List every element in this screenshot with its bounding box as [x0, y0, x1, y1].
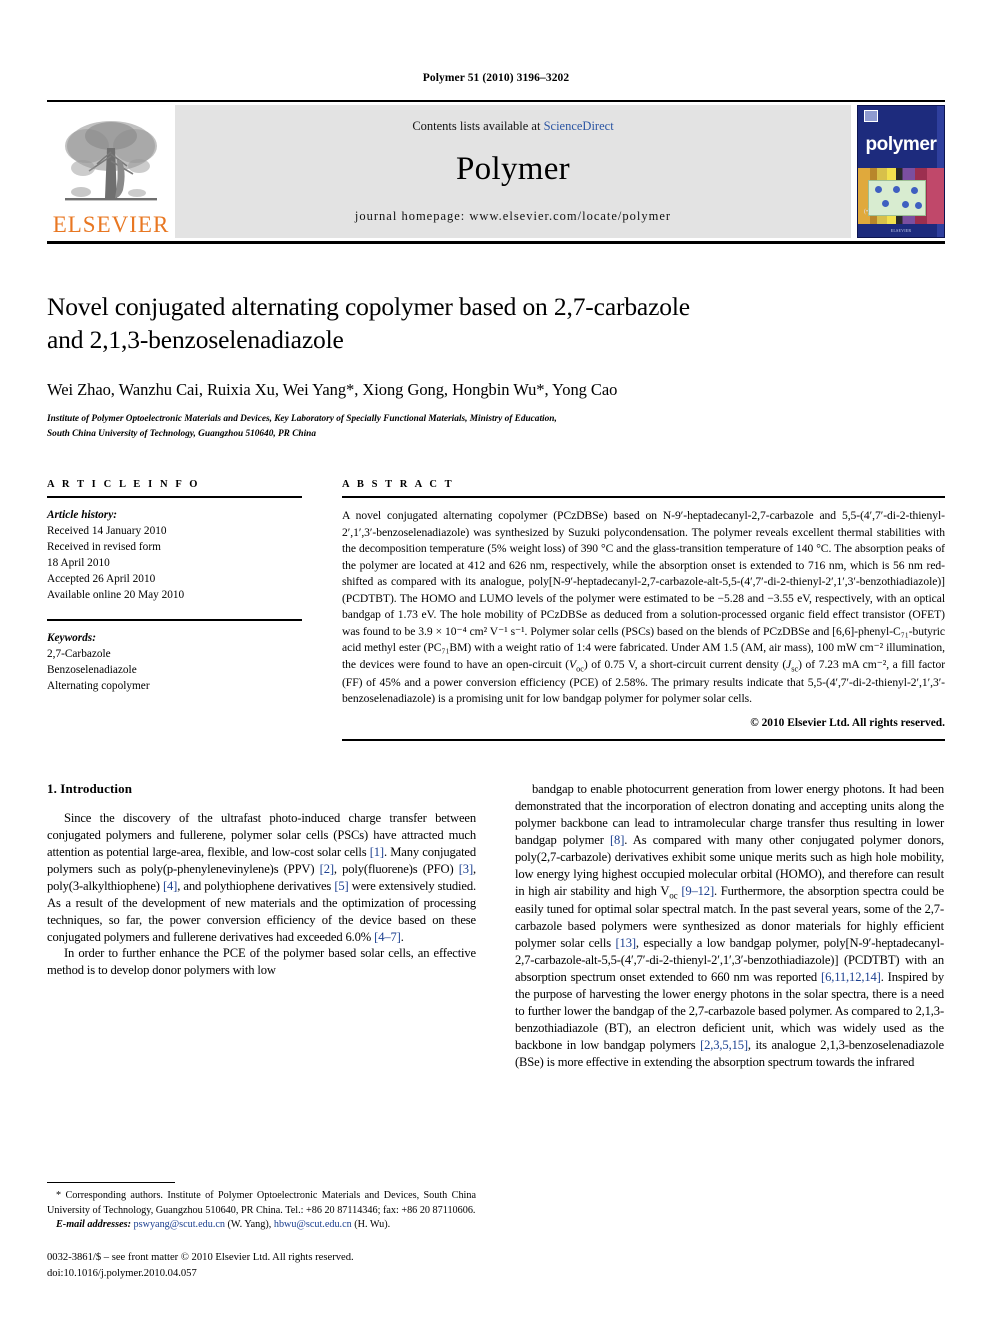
keywords-block: Keywords: 2,7-Carbazole Benzoselenadiazo… [47, 630, 302, 694]
reference-link[interactable]: [1] [370, 845, 384, 859]
page-title: Novel conjugated alternating copolymer b… [47, 290, 945, 356]
reference-link[interactable]: [4–7] [374, 930, 401, 944]
abstract-copyright: © 2010 Elsevier Ltd. All rights reserved… [750, 716, 945, 729]
contents-prefix: Contents lists available at [412, 119, 544, 133]
email-label: E-mail addresses: [56, 1219, 131, 1230]
abstract-bottom-rule [342, 738, 945, 741]
history-item: Available online 20 May 2010 [47, 589, 185, 602]
journal-homepage-link[interactable]: journal homepage: www.elsevier.com/locat… [355, 209, 671, 224]
email-note: E-mail addresses: pswyang@scut.edu.cn (W… [47, 1218, 476, 1232]
issn-line: 0032-3861/$ – see front matter © 2010 El… [47, 1252, 354, 1264]
footnote-area: * Corresponding authors. Institute of Po… [47, 1182, 476, 1281]
keywords-label: Keywords: [47, 632, 96, 645]
author-list: Wei Zhao, Wanzhu Cai, Ruixia Xu, Wei Yan… [47, 380, 618, 400]
doi-line[interactable]: doi:10.1016/j.polymer.2010.04.057 [47, 1266, 476, 1281]
reference-link[interactable]: [13] [616, 936, 637, 950]
keyword-item: 2,7-Carbazole [47, 648, 111, 661]
running-head: Polymer 51 (2010) 3196–3202 [422, 72, 570, 84]
abstract-heading: A B S T R A C T [342, 479, 455, 491]
article-history-block: Article history: Received 14 January 201… [47, 507, 302, 603]
journal-cover-thumbnail: polymer (•) ELSEVIER [857, 105, 945, 238]
history-item: Received in revised form [47, 541, 161, 554]
journal-title: Polymer [456, 151, 570, 187]
reference-link[interactable]: [9–12] [681, 884, 714, 898]
abstract-column: A B S T R A C T A novel conjugated alter… [342, 479, 945, 741]
keywords-separator-rule [47, 619, 302, 622]
affiliation: Institute of Polymer Optoelectronic Mate… [47, 412, 945, 441]
corresponding-author-note: * Corresponding authors. Institute of Po… [47, 1190, 476, 1216]
history-item: Accepted 26 April 2010 [47, 573, 156, 586]
body-left-column: 1. Introduction Since the discovery of t… [47, 781, 476, 1071]
footnote-rule [47, 1182, 175, 1184]
keyword-item: Benzoselenadiazole [47, 664, 137, 677]
reference-link[interactable]: [2] [320, 862, 334, 876]
paper-page: Polymer 51 (2010) 3196–3202 ELSEVIER Con… [0, 0, 992, 1323]
cover-top-badge [864, 110, 878, 122]
body-columns: 1. Introduction Since the discovery of t… [47, 781, 945, 1071]
journal-banner: ELSEVIER Contents lists available at Sci… [47, 100, 945, 244]
email-owner-2: (H. Wu). [354, 1219, 391, 1230]
affiliation-line-2: South China University of Technology, Gu… [47, 428, 316, 439]
reference-link[interactable]: [3] [459, 862, 473, 876]
intro-paragraph-3: bandgap to enable photocurrent generatio… [515, 781, 944, 1069]
email-owner-1: (W. Yang), [227, 1219, 272, 1230]
history-item: 18 April 2010 [47, 557, 110, 570]
contents-available-line: Contents lists available at ScienceDirec… [412, 119, 613, 134]
abstract-text: A novel conjugated alternating copolymer… [342, 509, 946, 706]
email-link-2[interactable]: hbwu@scut.edu.cn [274, 1219, 352, 1230]
info-abstract-section: A R T I C L E I N F O Article history: R… [47, 479, 945, 741]
keyword-item: Alternating copolymer [47, 680, 150, 693]
elsevier-tree-icon [65, 121, 157, 201]
elsevier-wordmark: ELSEVIER [52, 212, 170, 237]
reference-link[interactable]: [4] [163, 879, 177, 893]
history-item: Received 14 January 2010 [47, 525, 167, 538]
banner-center: Contents lists available at ScienceDirec… [175, 105, 851, 238]
reference-link[interactable]: [8] [610, 833, 624, 847]
intro-paragraph-1: Since the discovery of the ultrafast pho… [47, 810, 477, 944]
sciencedirect-link[interactable]: ScienceDirect [544, 119, 614, 133]
section-title-introduction: 1. Introduction [47, 780, 133, 796]
reference-link[interactable]: [5] [334, 879, 348, 893]
elsevier-logo: ELSEVIER [47, 105, 175, 238]
cover-molecule-panel [868, 180, 926, 216]
article-info-column: A R T I C L E I N F O Article history: R… [47, 479, 302, 741]
email-link-1[interactable]: pswyang@scut.edu.cn [134, 1219, 225, 1230]
article-info-heading: A R T I C L E I N F O [47, 479, 201, 491]
cover-journal-name: polymer [865, 134, 937, 155]
title-line-2: and 2,1,3-benzoselenadiazole [47, 325, 344, 355]
reference-link[interactable]: [2,3,5,15] [700, 1038, 748, 1052]
issn-doi-block: 0032-3861/$ – see front matter © 2010 El… [47, 1250, 476, 1281]
article-history-label: Article history: [47, 509, 117, 522]
article-info-rule [47, 496, 302, 499]
cover-publisher-footer: ELSEVIER [890, 228, 912, 233]
cover-open-access-mark: (•) [864, 209, 871, 215]
abstract-rule [342, 496, 945, 499]
intro-paragraph-2: In order to further enhance the PCE of t… [47, 946, 476, 978]
affiliation-line-1: Institute of Polymer Optoelectronic Mate… [47, 414, 557, 425]
reference-link[interactable]: [6,11,12,14] [821, 970, 881, 984]
banner-bottom-rule [47, 241, 945, 244]
body-right-column: bandgap to enable photocurrent generatio… [515, 781, 944, 1071]
title-line-1: Novel conjugated alternating copolymer b… [47, 292, 690, 321]
